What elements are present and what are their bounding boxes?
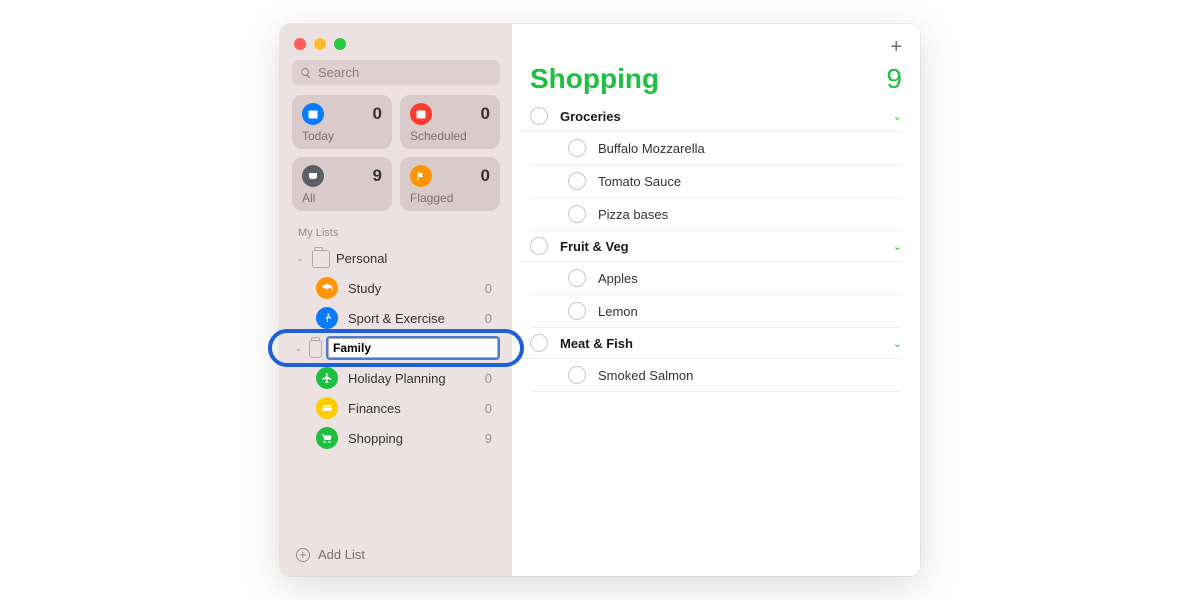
list-label: Holiday Planning <box>348 371 475 386</box>
section-name: Meat & Fish <box>560 336 881 351</box>
list-label: Study <box>348 281 475 296</box>
reminder-text: Smoked Salmon <box>598 368 693 383</box>
section-complete-circle[interactable] <box>530 334 548 352</box>
runner-icon <box>316 307 338 329</box>
reminder-text: Lemon <box>598 304 638 319</box>
smart-scheduled-count: 0 <box>481 104 490 124</box>
smart-all-label: All <box>302 191 382 205</box>
chevron-down-icon: ⌄ <box>294 253 306 264</box>
reminder-text: Buffalo Mozzarella <box>598 141 705 156</box>
smart-today-count: 0 <box>373 104 382 124</box>
search-input[interactable]: Search <box>292 60 500 85</box>
calendar-scheduled-icon <box>410 103 432 125</box>
chevron-down-icon[interactable]: ⌄ <box>893 240 902 253</box>
smart-today[interactable]: 0 Today <box>292 95 392 149</box>
group-personal[interactable]: ⌄ Personal <box>288 243 504 273</box>
list-sport[interactable]: Sport & Exercise 0 <box>288 303 504 333</box>
search-icon <box>300 67 312 79</box>
folder-icon <box>312 250 330 268</box>
section-name: Groceries <box>560 109 881 124</box>
section-complete-circle[interactable] <box>530 237 548 255</box>
smart-lists-grid: 0 Today 0 Scheduled 9 <box>292 95 500 211</box>
cart-icon <box>316 427 338 449</box>
reminder-text: Tomato Sauce <box>598 174 681 189</box>
reminder-text: Pizza bases <box>598 207 668 222</box>
list-count: 0 <box>485 281 498 296</box>
new-reminder-button[interactable]: + <box>890 36 902 59</box>
window-controls <box>288 34 504 60</box>
complete-circle[interactable] <box>568 172 586 190</box>
list-shopping[interactable]: Shopping 9 <box>288 423 504 453</box>
list-count: 0 <box>485 371 498 386</box>
graduation-icon <box>316 277 338 299</box>
smart-flagged-label: Flagged <box>410 191 490 205</box>
complete-circle[interactable] <box>568 269 586 287</box>
main-panel: + Shopping 9 Groceries ⌄ Buffalo Mozzarell… <box>512 24 920 576</box>
sidebar: Search 0 Today 0 Scheduled <box>280 24 512 576</box>
chevron-down-icon[interactable]: ⌄ <box>893 110 902 123</box>
reminder-item[interactable]: Tomato Sauce <box>530 165 902 198</box>
minimize-icon[interactable] <box>314 38 326 50</box>
list-total-count: 9 <box>886 63 902 95</box>
airplane-icon <box>316 367 338 389</box>
add-list-button[interactable]: Add List <box>288 541 504 568</box>
list-study[interactable]: Study 0 <box>288 273 504 303</box>
section-name: Fruit & Veg <box>560 239 881 254</box>
add-list-label: Add List <box>318 547 365 562</box>
list-count: 0 <box>485 401 498 416</box>
reminders-window: Search 0 Today 0 Scheduled <box>280 24 920 576</box>
section-header[interactable]: Fruit & Veg ⌄ <box>520 231 902 262</box>
list-count: 0 <box>485 311 498 326</box>
complete-circle[interactable] <box>568 366 586 384</box>
folder-icon <box>309 340 322 358</box>
smart-scheduled-label: Scheduled <box>410 129 490 143</box>
reminder-item[interactable]: Pizza bases <box>530 198 902 231</box>
list-label: Shopping <box>348 431 475 446</box>
reminder-item[interactable]: Smoked Salmon <box>530 359 902 392</box>
smart-scheduled[interactable]: 0 Scheduled <box>400 95 500 149</box>
reminder-text: Apples <box>598 271 638 286</box>
list-count: 9 <box>485 431 498 446</box>
tray-icon <box>302 165 324 187</box>
group-name-input[interactable] <box>328 338 498 358</box>
complete-circle[interactable] <box>568 139 586 157</box>
section-header[interactable]: Groceries ⌄ <box>520 101 902 132</box>
group-label: Personal <box>336 251 387 266</box>
list-label: Sport & Exercise <box>348 311 475 326</box>
search-placeholder: Search <box>318 65 359 80</box>
close-icon[interactable] <box>294 38 306 50</box>
chevron-down-icon[interactable]: ⌄ <box>893 337 902 350</box>
calendar-today-icon <box>302 103 324 125</box>
flag-icon <box>410 165 432 187</box>
plus-circle-icon <box>296 548 310 562</box>
list-title: Shopping <box>530 63 659 95</box>
credit-card-icon <box>316 397 338 419</box>
reminder-item[interactable]: Buffalo Mozzarella <box>530 132 902 165</box>
my-lists-label: My Lists <box>298 227 504 239</box>
smart-all[interactable]: 9 All <box>292 157 392 211</box>
complete-circle[interactable] <box>568 302 586 320</box>
complete-circle[interactable] <box>568 205 586 223</box>
reminder-item[interactable]: Lemon <box>530 295 902 328</box>
group-family-editing[interactable]: ⌄ <box>288 333 504 363</box>
list-holiday[interactable]: Holiday Planning 0 <box>288 363 504 393</box>
chevron-down-icon: ⌄ <box>294 343 303 354</box>
smart-flagged[interactable]: 0 Flagged <box>400 157 500 211</box>
section-header[interactable]: Meat & Fish ⌄ <box>520 328 902 359</box>
zoom-icon[interactable] <box>334 38 346 50</box>
list-label: Finances <box>348 401 475 416</box>
list-finances[interactable]: Finances 0 <box>288 393 504 423</box>
smart-flagged-count: 0 <box>481 166 490 186</box>
section-complete-circle[interactable] <box>530 107 548 125</box>
smart-today-label: Today <box>302 129 382 143</box>
reminder-item[interactable]: Apples <box>530 262 902 295</box>
smart-all-count: 9 <box>373 166 382 186</box>
